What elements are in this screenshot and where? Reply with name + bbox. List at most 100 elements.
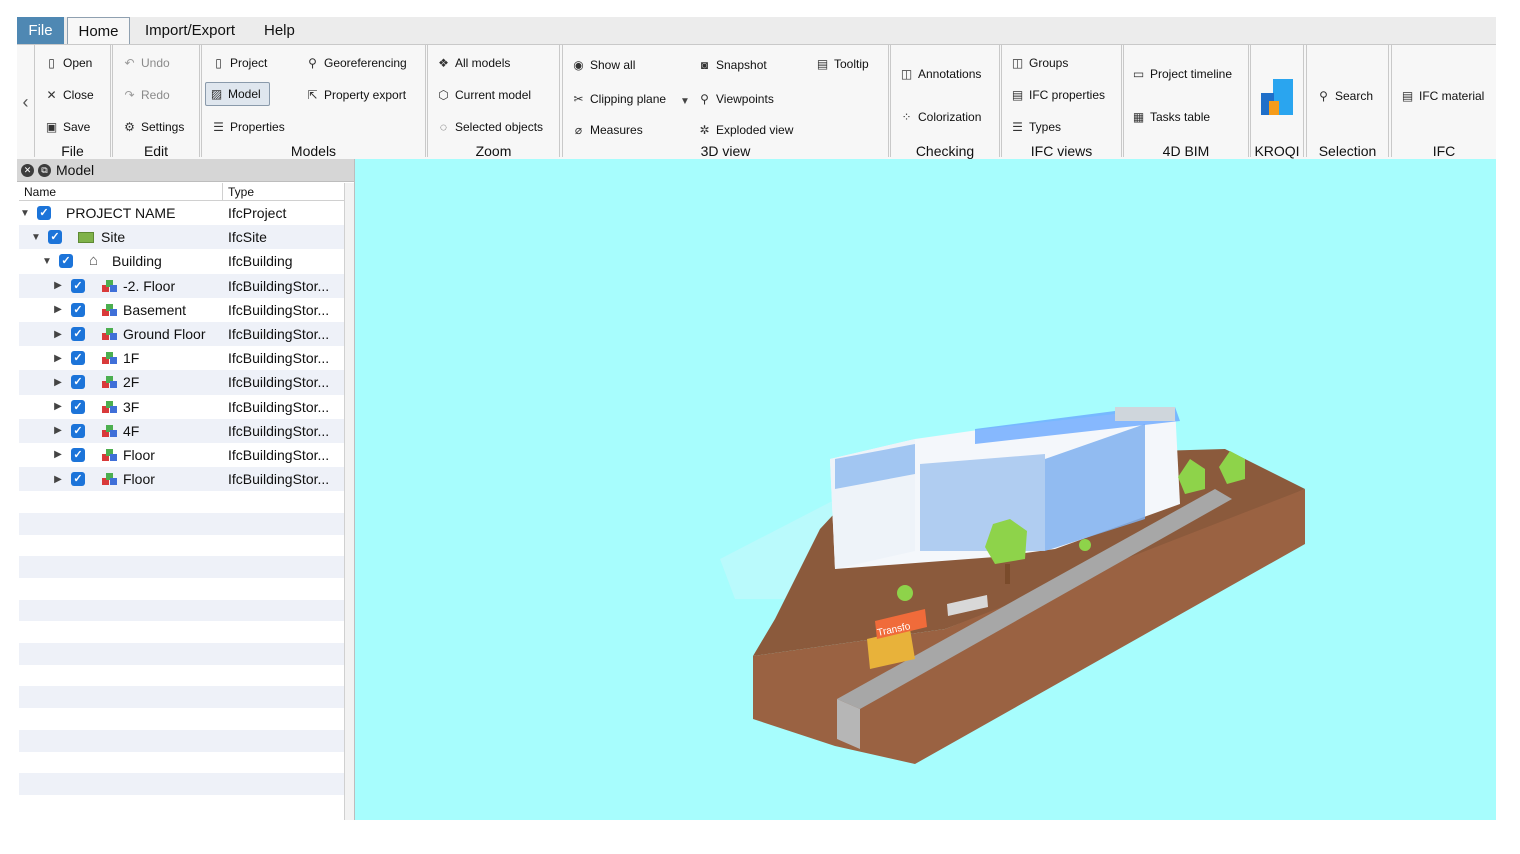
collapse-caret-icon[interactable]: ▼ [20,208,30,219]
close-button[interactable]: ✕ Close [41,83,98,107]
tree-row[interactable]: ▼ ✓ PROJECT NAME IfcProject [19,201,344,225]
expand-caret-icon[interactable]: ▶ [53,425,63,436]
column-divider[interactable] [222,183,223,200]
viewpoints-button[interactable]: ⚲ Viewpoints [694,87,778,111]
expand-caret-icon[interactable]: ▶ [53,401,63,412]
eye-icon: ◉ [573,57,584,72]
column-type-header[interactable]: Type [228,185,254,199]
visibility-checkbox[interactable]: ✓ [48,230,62,245]
export-icon: ⇱ [307,87,318,102]
tree-row[interactable]: ▶ ✓ Floor IfcBuildingStor... [19,443,344,467]
kroqi-logo-icon[interactable] [1261,79,1293,115]
tree-node-name: Site [101,229,126,246]
group-edit-label: Edit [143,143,169,159]
ribbon-scroll-left-icon[interactable]: ‹ [17,45,34,159]
exploded-view-button[interactable]: ✲ Exploded view [694,118,797,142]
tree-row[interactable]: ▶ ✓ Floor IfcBuildingStor... [19,467,344,492]
colorization-button[interactable]: ⁘ Colorization [896,105,985,129]
expand-caret-icon[interactable]: ▶ [53,353,63,364]
clipping-plane-button[interactable]: ✂ Clipping plane [568,87,670,111]
panel-scrollbar[interactable] [344,183,354,820]
menu-home[interactable]: Home [67,17,130,44]
tree-row[interactable]: ▶ ✓ -2. Floor IfcBuildingStor... [19,273,344,298]
3d-scene[interactable]: Transfo [355,159,1496,820]
model-tree: ▼ ✓ PROJECT NAME IfcProject ▼ ✓ Site Ifc… [19,201,344,820]
expand-caret-icon[interactable]: ▶ [53,474,63,485]
measures-button[interactable]: ⌀ Measures [568,118,647,142]
tree-node-name: Building [112,253,162,270]
visibility-checkbox[interactable]: ✓ [37,206,51,221]
visibility-checkbox[interactable]: ✓ [71,278,85,293]
clipping-plane-dropdown-icon[interactable]: ▼ [680,96,690,107]
tree-node-type: IfcBuildingStor... [228,277,330,294]
ifc-material-button[interactable]: ▤ IFC material [1397,84,1488,108]
visibility-checkbox[interactable]: ✓ [71,447,85,462]
collapse-caret-icon[interactable]: ▼ [42,256,52,267]
visibility-checkbox[interactable]: ✓ [71,351,85,366]
current-model-button[interactable]: ⬡ Current model [433,83,535,107]
tree-row[interactable]: ▶ ✓ Basement IfcBuildingStor... [19,298,344,322]
undo-button[interactable]: ↶ Undo [119,51,174,75]
menu-import-export[interactable]: Import/Export [135,19,245,42]
snapshot-button[interactable]: ◙ Snapshot [694,53,771,77]
tree-row[interactable]: ▶ ✓ 1F IfcBuildingStor... [19,346,344,370]
visibility-checkbox[interactable]: ✓ [71,375,85,390]
tree-row[interactable]: ▼ ✓ Site IfcSite [19,225,344,250]
groups-button[interactable]: ◫ Groups [1007,51,1072,75]
ribbon: ‹ ▯ Open ✕ Close ▣ Save File ↶ Undo ↷ Redo ⚙ S… [17,44,1496,160]
georeferencing-button[interactable]: ⚲ Georeferencing [302,51,411,75]
expand-caret-icon[interactable]: ▶ [53,377,63,388]
tree-row[interactable]: ▶ ✓ 2F IfcBuildingStor... [19,370,344,395]
all-models-button[interactable]: ❖ All models [433,51,514,75]
property-export-label: Property export [324,88,407,102]
expand-caret-icon[interactable]: ▶ [53,449,63,460]
tooltip-button[interactable]: ▤ Tooltip [812,52,873,76]
menu-bar: File Home Import/Export Help [17,17,1496,44]
search-button[interactable]: ⚲ Search [1313,84,1377,108]
menu-file[interactable]: File [17,17,64,44]
model-button[interactable]: ▨ Model [205,82,270,106]
close-panel-icon[interactable]: ✕ [21,163,34,177]
properties-button[interactable]: ☰ Properties [208,115,289,139]
visibility-checkbox[interactable]: ✓ [59,254,73,269]
shrub [1079,539,1091,551]
tree-node-name: 4F [123,422,140,439]
search-label: Search [1335,89,1374,103]
empty-row [19,621,344,643]
group-selection: ⚲ Search Selection [1306,45,1389,159]
column-name-header[interactable]: Name [24,185,56,199]
tree-row[interactable]: ▼ ✓ ⌂ Building IfcBuilding [19,249,344,273]
empty-row [19,535,344,557]
annotations-button[interactable]: ◫ Annotations [896,62,985,86]
all-models-icon: ❖ [438,55,449,70]
show-all-button[interactable]: ◉ Show all [568,53,639,77]
redo-button[interactable]: ↷ Redo [119,83,174,107]
project-timeline-button[interactable]: ▭ Project timeline [1128,62,1236,86]
tree-small [897,585,913,601]
visibility-checkbox[interactable]: ✓ [71,327,85,342]
tree-node-name: Ground Floor [123,326,206,343]
settings-button[interactable]: ⚙ Settings [119,115,188,139]
tasks-table-button[interactable]: ▦ Tasks table [1128,105,1214,129]
visibility-checkbox[interactable]: ✓ [71,302,85,317]
visibility-checkbox[interactable]: ✓ [71,472,85,487]
expand-caret-icon[interactable]: ▶ [53,329,63,340]
project-button[interactable]: ▯ Project [208,51,271,75]
menu-help[interactable]: Help [254,19,305,42]
types-button[interactable]: ☰ Types [1007,115,1065,139]
tree-row[interactable]: ▶ ✓ 4F IfcBuildingStor... [19,418,344,443]
visibility-checkbox[interactable]: ✓ [71,423,85,438]
expand-caret-icon[interactable]: ▶ [53,304,63,315]
visibility-checkbox[interactable]: ✓ [71,399,85,414]
float-panel-icon[interactable]: ⧉ [38,163,51,177]
tree-row[interactable]: ▶ ✓ 3F IfcBuildingStor... [19,395,344,419]
save-button[interactable]: ▣ Save [41,115,94,139]
3d-viewport[interactable]: Transfo [355,159,1496,820]
ifc-properties-button[interactable]: ▤ IFC properties [1007,83,1109,107]
tree-row[interactable]: ▶ ✓ Ground Floor IfcBuildingStor... [19,321,344,347]
collapse-caret-icon[interactable]: ▼ [31,232,41,243]
selected-objects-button[interactable]: ◌ Selected objects [433,115,547,139]
open-button[interactable]: ▯ Open [41,51,96,75]
property-export-button[interactable]: ⇱ Property export [302,83,410,107]
expand-caret-icon[interactable]: ▶ [53,280,63,291]
